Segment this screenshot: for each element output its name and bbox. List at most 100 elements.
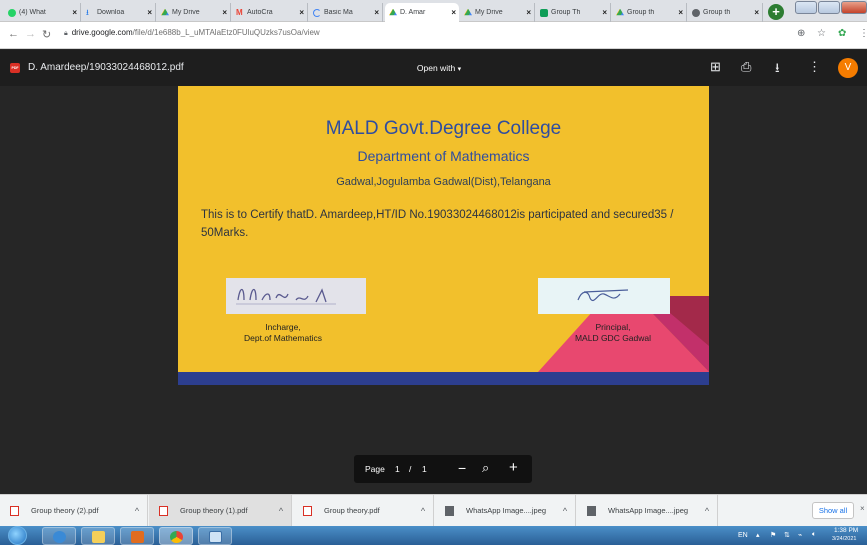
tab-close-icon[interactable]: × [72, 8, 77, 17]
taskbar-file-explorer[interactable] [81, 527, 115, 545]
show-all-button[interactable]: Show all [812, 502, 854, 519]
language-indicator[interactable]: EN [738, 532, 748, 539]
chevron-up-icon[interactable]: ^ [697, 506, 717, 516]
tab-active-document[interactable]: D. Amar × [385, 3, 459, 22]
tab-label: D. Amar [400, 9, 426, 16]
avatar[interactable]: V [838, 58, 858, 78]
extension-icon[interactable]: ✿ [838, 28, 846, 39]
tab-label: Group th [627, 9, 655, 16]
certificate-page: MALD Govt.Degree College Department of M… [178, 86, 709, 385]
pdf-file-icon: PDF [10, 63, 20, 73]
tab-loading[interactable]: Basic Ma × [309, 3, 383, 22]
download-item[interactable]: WhatsApp Image....jpeg ^ [577, 495, 718, 526]
tab-whatsapp[interactable]: (4) What × [4, 3, 81, 22]
download-item[interactable]: WhatsApp Image....jpeg ^ [435, 495, 576, 526]
tab-close-icon[interactable]: × [451, 8, 456, 17]
tab-close-icon[interactable]: × [374, 8, 379, 17]
tab-gmail[interactable]: M AutoCra × [232, 3, 308, 22]
current-page-input[interactable]: 1 [395, 464, 400, 474]
tab-group-theory-drive[interactable]: Group th × [612, 3, 687, 22]
google-drive-icon [389, 8, 397, 16]
zoom-icon[interactable]: ⊕ [797, 28, 805, 39]
whatsapp-icon [8, 8, 16, 17]
page-separator: / [409, 464, 412, 474]
chevron-up-icon[interactable]: ^ [271, 506, 291, 516]
tab-label: AutoCra [247, 9, 273, 16]
power-icon[interactable]: ⌁ [798, 531, 802, 539]
chevron-down-icon: ▾ [457, 66, 462, 73]
tab-close-icon[interactable]: × [678, 8, 683, 17]
download-filename: Group theory (1).pdf [180, 506, 248, 515]
certificate-bottom-band [178, 372, 709, 385]
start-button[interactable] [8, 526, 27, 545]
zoom-out-icon[interactable]: − [458, 460, 466, 476]
college-name: MALD Govt.Degree College [325, 118, 562, 139]
tab-my-drive[interactable]: My Drive × [157, 3, 231, 22]
clock-date[interactable]: 3/24/2021 [832, 536, 856, 542]
more-options-icon[interactable]: ⋮ [808, 59, 821, 75]
document-filename: D. Amardeep/19033024468012.pdf [28, 62, 184, 73]
signature-scribble [577, 289, 629, 302]
image-file-icon [587, 505, 596, 516]
tab-group-theory-2[interactable]: Group th × [688, 3, 763, 22]
network-icon[interactable]: ⇅ [784, 531, 790, 539]
principal-title: Principal, [595, 322, 631, 332]
tab-label: My Drive [172, 9, 200, 16]
print-icon[interactable]: ⎙ [741, 59, 751, 75]
action-center-flag-icon[interactable]: ⚑ [770, 531, 776, 539]
zoom-in-icon[interactable]: + [509, 459, 518, 476]
tab-my-drive-2[interactable]: My Drive × [460, 3, 535, 22]
reload-icon[interactable]: ↻ [42, 28, 51, 41]
close-shelf-icon[interactable]: × [860, 504, 865, 513]
chevron-up-icon[interactable]: ^ [413, 506, 433, 516]
download-item[interactable]: Group theory (2).pdf ^ [0, 495, 148, 526]
signature-scribble [236, 288, 336, 305]
download-item[interactable]: Group theory.pdf ^ [293, 495, 434, 526]
tab-close-icon[interactable]: × [526, 8, 531, 17]
url-field[interactable]: 🔒︎ drive.google.com/file/d/1e688b_L_uMTAl… [64, 28, 320, 38]
tab-label: Group th [703, 9, 731, 16]
download-icon: ⭳ [86, 7, 89, 17]
chrome-icon [170, 531, 183, 543]
tab-close-icon[interactable]: × [602, 8, 607, 17]
taskbar-outlook[interactable] [120, 527, 154, 545]
downloads-shelf: Group theory (2).pdf ^ Group theory (1).… [0, 494, 867, 526]
tab-close-icon[interactable]: × [754, 8, 759, 17]
minimize-button[interactable] [795, 1, 817, 14]
add-to-drive-icon[interactable]: ⊞ [710, 59, 721, 75]
download-filename: Group theory.pdf [324, 506, 380, 515]
google-drive-icon [161, 8, 169, 16]
folder-icon [92, 531, 105, 543]
chevron-up-icon[interactable]: ^ [127, 506, 147, 516]
zoom-magnifier-icon[interactable]: ⌕ [482, 460, 489, 476]
close-window-button[interactable] [841, 1, 867, 14]
pdf-file-icon [159, 505, 168, 516]
download-filename: WhatsApp Image....jpeg [608, 506, 689, 515]
volume-icon[interactable]: 🔈︎ [812, 531, 816, 539]
clock-time[interactable]: 1:38 PM [834, 527, 858, 534]
open-with-button[interactable]: Open with ▾ [404, 57, 474, 79]
tab-close-icon[interactable]: × [147, 8, 152, 17]
tab-close-icon[interactable]: × [222, 8, 227, 17]
google-drive-icon [616, 8, 624, 16]
tab-close-icon[interactable]: × [299, 8, 304, 17]
back-arrow-icon[interactable]: ← [8, 28, 19, 40]
url-path: /file/d/1e688b_L_uMTAlaEtz0FUluQUzks7usO… [132, 28, 320, 37]
forward-arrow-icon[interactable]: → [25, 28, 36, 40]
maximize-button[interactable] [818, 1, 840, 14]
new-tab-button[interactable]: + [768, 4, 784, 20]
download-filename: Group theory (2).pdf [31, 506, 99, 515]
image-file-icon [445, 505, 454, 516]
show-hidden-icons-icon[interactable]: ▴ [756, 531, 760, 539]
tab-downloads[interactable]: ⭳ Downloa × [82, 3, 156, 22]
chrome-menu-icon[interactable]: ⋮ [859, 28, 867, 39]
taskbar-photo-viewer[interactable] [198, 527, 232, 545]
loading-spinner-icon [313, 8, 321, 17]
download-icon[interactable]: ⭳ [775, 59, 780, 81]
taskbar-internet-explorer[interactable] [42, 527, 76, 545]
tab-group-theory-sheets[interactable]: Group Th × [536, 3, 611, 22]
download-item[interactable]: Group theory (1).pdf ^ [149, 495, 292, 526]
bookmark-star-icon[interactable]: ☆ [817, 28, 826, 39]
taskbar-chrome[interactable] [159, 527, 193, 545]
chevron-up-icon[interactable]: ^ [555, 506, 575, 516]
